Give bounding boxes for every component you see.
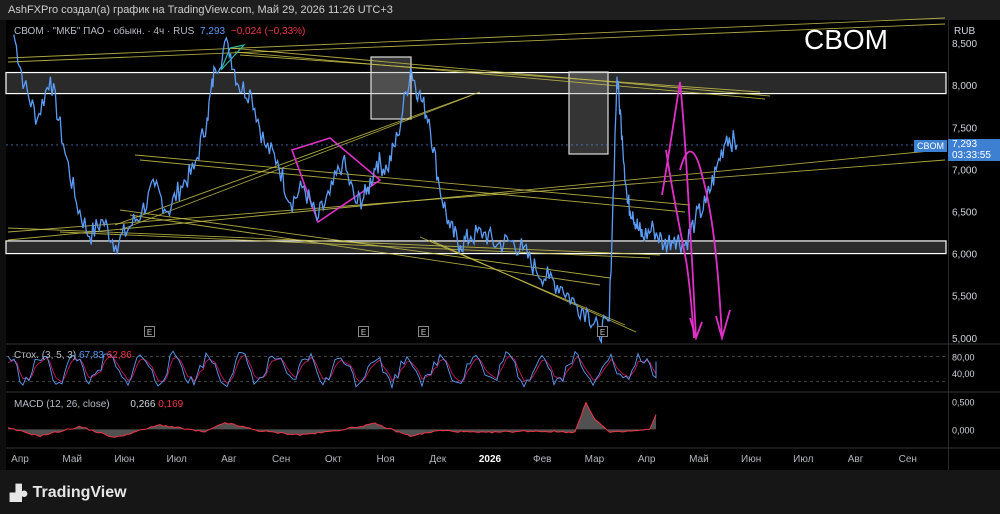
macd-signal-value: 0,169 [158,399,184,410]
price-tick-label: 8,000 [952,81,977,92]
price-tick-label: 6,500 [952,207,977,218]
earnings-marker[interactable]: E [358,326,369,337]
price-tag-countdown: 03:33:55 [952,150,991,161]
time-tick-label: Апр [11,454,29,465]
time-tick-label: Дек [429,454,446,465]
time-tick-label: Окт [325,454,342,465]
price-tick-label: 5,000 [952,334,977,345]
time-tick-label: Июл [793,454,813,465]
trend-line [134,154,691,206]
macd-name: MACD (12, 26, close) [14,399,110,410]
price-tick-label: 7,000 [952,165,977,176]
symbol-info: СВОМ · "МКБ" ПАО - обыкн. · 4ч · RUS [14,26,195,37]
chart-legend[interactable]: СВОМ · "МКБ" ПАО - обыкн. · 4ч · RUS 7,2… [14,26,305,37]
chart-canvas: 8,500 8,000 7,500 7,000 6,500 6,000 5,500 5,000… [5,17,1000,465]
tradingview-brand: TradingView [32,484,127,501]
price-tick-label: 5,500 [952,292,977,303]
stoch-tick-label: 40,00 [952,369,975,379]
time-tick-label: 2026 [479,454,502,465]
price-tag-symbol: CBOM [914,140,947,152]
price-tick-label: 7,500 [952,123,977,134]
time-tick-label: Мар [585,454,605,465]
time-tick-label: Май [689,454,709,465]
stoch-k-value: 67,83 [78,350,104,361]
stochastic-layer [6,350,946,390]
time-tick-label: Фев [533,454,551,465]
time-tick-label: Авг [221,454,237,465]
last-price: 7,293 [200,26,226,37]
macd-tick-label: 0,500 [952,398,975,408]
macd-label[interactable]: MACD (12, 26, close) 0,266 0,169 [14,399,183,410]
earnings-marker[interactable]: E [597,326,608,337]
currency-label[interactable]: RUB [954,26,975,37]
footer [0,470,1000,514]
price-tag: 7,293 03:33:55 [948,139,1000,161]
time-tick-label: Сен [899,454,917,465]
price-tag-price: 7,293 [952,139,978,150]
price-tick-label: 8,500 [952,39,977,50]
stoch-name: Стох. (3, 5, 3) [14,350,77,361]
price-tick-label: 6,000 [952,250,977,261]
earnings-marker[interactable]: E [144,326,155,337]
time-tick-label: Ноя [376,454,394,465]
symbol-watermark: CBOM [804,24,888,55]
tradingview-logo-icon: ▟● [10,485,29,502]
support-resistance-zone [5,71,947,95]
time-tick-label: Сен [272,454,290,465]
stoch-tick-label: 80,00 [952,352,975,362]
time-tick-label: Июн [114,454,134,465]
earnings-marker[interactable]: E [418,326,429,337]
time-tick-label: Июн [741,454,761,465]
macd-tick-label: 0,000 [952,425,975,435]
time-tick-label: Авг [848,454,864,465]
time-tick-label: Июл [167,454,187,465]
price-change: −0,024 (−0,33%) [230,26,306,37]
trend-lines-layer [7,17,946,333]
tradingview-logo[interactable]: ▟● TradingView [10,484,127,502]
zones-layer [5,56,947,255]
stoch-d-value: 62,86 [106,350,132,361]
stoch-label[interactable]: Стох. (3, 5, 3) 67,83 62,86 [14,350,132,361]
time-tick-label: Май [62,454,82,465]
projection-arrowhead [715,309,731,342]
macd-value: 0,266 [130,399,156,410]
time-tick-label: Апр [638,454,656,465]
